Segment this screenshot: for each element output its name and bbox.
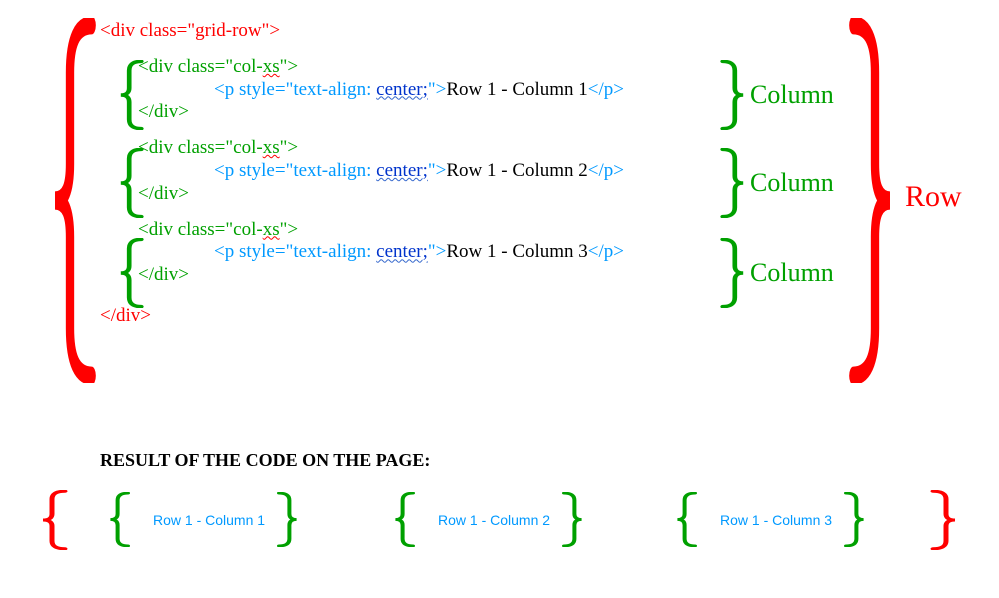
- result-col3-brace-right-icon: [842, 492, 866, 547]
- column-label-3: Column: [750, 258, 834, 288]
- row-brace-left-icon: [50, 18, 100, 383]
- result-row-brace-left-icon: [40, 490, 70, 550]
- column-brace-right-2-icon: [718, 148, 746, 218]
- row-brace-right-icon: [845, 18, 895, 383]
- column-label-2: Column: [750, 168, 834, 198]
- result-cell-2: Row 1 - Column 2: [438, 512, 550, 528]
- code-col1-p: <p style="text-align: center;">Row 1 - C…: [100, 79, 624, 102]
- code-col2-p: <p style="text-align: center;">Row 1 - C…: [100, 160, 624, 183]
- code-row-open: <div class="grid-row">: [100, 20, 624, 43]
- column-label-1: Column: [750, 80, 834, 110]
- code-row-close: </div>: [100, 305, 624, 328]
- result-heading: RESULT OF THE CODE ON THE PAGE:: [100, 450, 430, 471]
- row-label: Row: [905, 180, 962, 214]
- code-col2-close: </div>: [100, 183, 624, 206]
- code-col3-p: <p style="text-align: center;">Row 1 - C…: [100, 241, 624, 264]
- code-block: <div class="grid-row"> <div class="col-x…: [100, 20, 624, 328]
- code-col2-open: <div class="col-xs">: [100, 137, 624, 160]
- result-col1-brace-left-icon: [108, 492, 132, 547]
- result-col3-brace-left-icon: [675, 492, 699, 547]
- code-col3-open: <div class="col-xs">: [100, 219, 624, 242]
- column-brace-left-1-icon: [118, 60, 146, 130]
- column-brace-right-1-icon: [718, 60, 746, 130]
- column-brace-right-3-icon: [718, 238, 746, 308]
- result-cell-3: Row 1 - Column 3: [720, 512, 832, 528]
- result-col2-brace-right-icon: [560, 492, 584, 547]
- code-col3-close: </div>: [100, 264, 624, 287]
- result-cell-1: Row 1 - Column 1: [153, 512, 265, 528]
- result-col2-brace-left-icon: [393, 492, 417, 547]
- code-col1-open: <div class="col-xs">: [100, 56, 624, 79]
- result-col1-brace-right-icon: [275, 492, 299, 547]
- column-brace-left-3-icon: [118, 238, 146, 308]
- result-row-brace-right-icon: [928, 490, 958, 550]
- code-col1-close: </div>: [100, 101, 624, 124]
- column-brace-left-2-icon: [118, 148, 146, 218]
